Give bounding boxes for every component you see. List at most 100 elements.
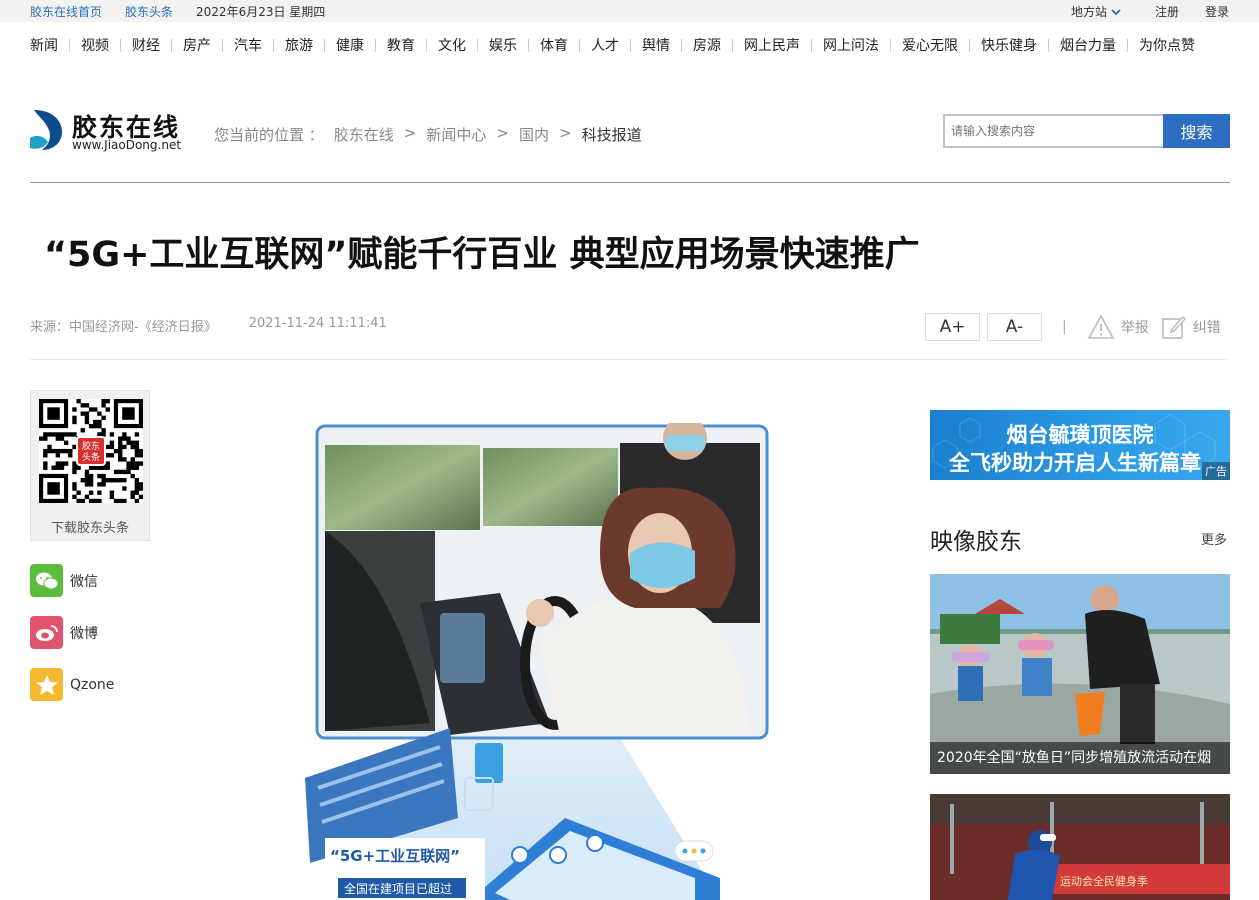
correct-button[interactable]: 纠错 [1161, 314, 1221, 340]
nav-item-label: 网上问法 [823, 38, 879, 54]
nav-item[interactable]: 人才 [579, 35, 630, 55]
nav-item-label: 舆情 [642, 38, 670, 54]
share-wechat[interactable]: 微信 [30, 564, 98, 597]
login-link[interactable]: 登录 [1205, 3, 1229, 20]
app-download-label: 下载胶东头条 [50, 521, 129, 536]
logo-mark-icon [30, 110, 62, 150]
nav-item-label: 视频 [81, 38, 109, 54]
breadcrumb-sep: > [558, 124, 572, 142]
more-link[interactable]: 更多 [1201, 529, 1227, 548]
article-tools: A+ A- | 举报 纠错 [925, 313, 1233, 341]
nav-item-label: 汽车 [234, 38, 262, 54]
nav-item[interactable]: 健康 [324, 35, 375, 55]
nav-item[interactable]: 房产 [171, 35, 222, 55]
ad-line-1: 烟台毓璜顶医院 [1006, 422, 1154, 447]
qzone-label: Qzone [70, 676, 115, 693]
header-divider [30, 182, 1230, 183]
nav-item[interactable]: 体育 [528, 35, 579, 55]
search-bar: 搜索 [943, 114, 1230, 148]
report-label: 举报 [1120, 320, 1149, 336]
breadcrumb-prefix: 您当前的位置 ： [214, 126, 324, 144]
article-main-image: “5G+工业互联网” 全国在建项目已超过 [300, 423, 780, 900]
photo-card-fish-release[interactable]: 2020年全国“放鱼日”同步增殖放流活动在烟 [930, 574, 1230, 774]
nav-item[interactable]: 网上问法 [811, 35, 890, 55]
nav-item-label: 快乐健身 [981, 38, 1037, 54]
share-weibo[interactable]: 微博 [30, 616, 98, 649]
register-link[interactable]: 注册 [1155, 3, 1179, 20]
nav-item-label: 旅游 [285, 38, 313, 54]
nav-item-label: 文化 [438, 38, 466, 54]
nav-item[interactable]: 爱心无限 [890, 35, 969, 55]
qr-badge-text: 胶东 [82, 440, 100, 452]
main-nav: 新闻 视频 财经 房产 汽车 旅游 健康 教育 文化 娱乐 体育 人才 舆情 房源 网上民声 网上问法 爱心无限… [30, 35, 1206, 55]
warning-icon [1087, 314, 1115, 339]
breadcrumb-item-domestic[interactable]: 国内 [519, 124, 549, 145]
correct-label: 纠错 [1192, 320, 1221, 336]
nav-item-label: 烟台力量 [1060, 38, 1116, 54]
qr-badge-text: 头条 [82, 451, 100, 463]
home-link[interactable]: 胶东在线首页 [30, 3, 102, 20]
nav-item-label: 健康 [336, 38, 364, 54]
top-bar: 胶东在线首页 胶东头条 2022年6月23日 星期四 地方站 注册 登录 [0, 0, 1259, 22]
image-caption-sub: 全国在建项目已超过 [344, 881, 452, 896]
nav-item[interactable]: 烟台力量 [1048, 35, 1127, 55]
sports-banner-text: 运动会全民健身季 [1060, 874, 1148, 888]
nav-item-label: 爱心无限 [902, 38, 958, 54]
search-input[interactable] [943, 114, 1163, 148]
report-button[interactable]: 举报 [1087, 314, 1149, 340]
nav-item[interactable]: 文化 [426, 35, 477, 55]
breadcrumb-item-jiaodong[interactable]: 胶东在线 [334, 124, 394, 145]
article-datetime: 2021-11-24 11:11:41 [248, 316, 387, 331]
nav-item[interactable]: 新闻 [30, 35, 69, 55]
breadcrumb-sep: > [403, 124, 417, 142]
search-button[interactable]: 搜索 [1163, 114, 1230, 148]
nav-item-label: 网上民声 [744, 38, 800, 54]
nav-item[interactable]: 快乐健身 [969, 35, 1048, 55]
chevron-down-icon [1111, 8, 1121, 15]
sports-photo: 运动会全民健身季 [930, 794, 1230, 900]
nav-item[interactable]: 汽车 [222, 35, 273, 55]
wechat-icon [30, 564, 63, 597]
article-title: “5G+工业互联网”赋能千行百业 典型应用场景快速推广 [44, 235, 920, 275]
breadcrumb-item-tech[interactable]: 科技报道 [582, 124, 642, 145]
nav-item[interactable]: 娱乐 [477, 35, 528, 55]
qr-code-image: 胶东头条 [39, 399, 143, 503]
weibo-icon [30, 616, 63, 649]
current-date: 2022年6月23日 星期四 [196, 5, 326, 19]
article-meta: 来源：中国经济网-《经济日报》 2021-11-24 11:11:41 [30, 316, 387, 335]
font-increase-button[interactable]: A+ [925, 313, 980, 341]
share-qzone[interactable]: Qzone [30, 668, 114, 701]
nav-item[interactable]: 为你点赞 [1127, 35, 1206, 55]
ad-line-2: 全飞秒助力开启人生新篇章 [949, 450, 1201, 475]
local-sites-dropdown[interactable]: 地方站 [1071, 3, 1121, 20]
article-source: 来源：中国经济网-《经济日报》 [30, 320, 217, 335]
nav-item[interactable]: 网上民声 [732, 35, 811, 55]
font-decrease-button[interactable]: A- [987, 313, 1042, 341]
nav-item-label: 房产 [183, 38, 211, 54]
hospital-ad-banner[interactable]: 烟台毓璜顶医院 全飞秒助力开启人生新篇章 广告 [930, 410, 1230, 480]
nav-item-label: 娱乐 [489, 38, 517, 54]
nav-item[interactable]: 教育 [375, 35, 426, 55]
nav-item-label: 房源 [693, 38, 721, 54]
breadcrumb: 您当前的位置 ： 胶东在线 > 新闻中心 > 国内 > 科技报道 [214, 124, 652, 145]
logo-url: www.JiaoDong.net [72, 138, 182, 152]
weibo-label: 微博 [70, 625, 98, 642]
nav-item-label: 人才 [591, 38, 619, 54]
breadcrumb-sep: > [496, 124, 509, 142]
nav-item-label: 财经 [132, 38, 160, 54]
nav-item[interactable]: 舆情 [630, 35, 681, 55]
edit-icon [1161, 315, 1186, 339]
site-logo[interactable]: 胶东在线 www.JiaoDong.net [30, 108, 190, 158]
app-download-box[interactable]: 胶东 头条 下载胶东头条 [30, 390, 150, 541]
headline-link[interactable]: 胶东头条 [125, 3, 173, 20]
tools-separator: | [1062, 319, 1067, 335]
nav-item[interactable]: 财经 [120, 35, 171, 55]
breadcrumb-item-news[interactable]: 新闻中心 [426, 124, 486, 145]
ad-tag: 广告 [1202, 462, 1230, 480]
nav-item[interactable]: 房源 [681, 35, 732, 55]
nav-item[interactable]: 视频 [69, 35, 120, 55]
wechat-label: 微信 [70, 573, 98, 590]
section-title-yingxiang: 映像胶东 [930, 529, 1022, 555]
nav-item[interactable]: 旅游 [273, 35, 324, 55]
photo-card-sports[interactable]: 运动会全民健身季 [930, 794, 1230, 900]
